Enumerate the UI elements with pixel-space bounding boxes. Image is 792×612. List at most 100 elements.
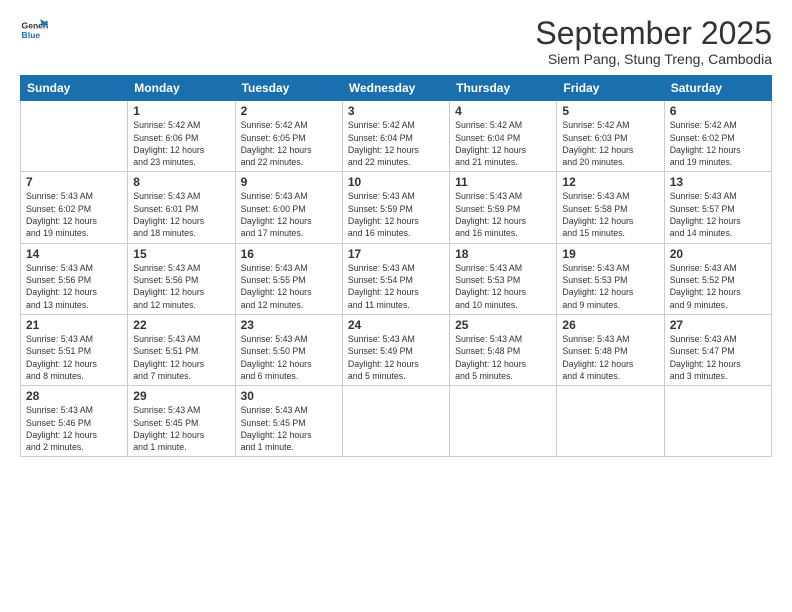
day-info: Sunrise: 5:43 AM Sunset: 5:58 PM Dayligh… — [562, 190, 658, 239]
calendar-cell: 6Sunrise: 5:42 AM Sunset: 6:02 PM Daylig… — [664, 101, 771, 172]
calendar-header-row: Sunday Monday Tuesday Wednesday Thursday… — [21, 76, 772, 101]
day-info: Sunrise: 5:43 AM Sunset: 5:48 PM Dayligh… — [562, 333, 658, 382]
month-title: September 2025 — [535, 16, 772, 51]
day-info: Sunrise: 5:43 AM Sunset: 5:45 PM Dayligh… — [241, 404, 337, 453]
day-number: 16 — [241, 247, 337, 261]
day-info: Sunrise: 5:42 AM Sunset: 6:06 PM Dayligh… — [133, 119, 229, 168]
day-info: Sunrise: 5:43 AM Sunset: 5:48 PM Dayligh… — [455, 333, 551, 382]
calendar-cell: 9Sunrise: 5:43 AM Sunset: 6:00 PM Daylig… — [235, 172, 342, 243]
calendar-cell: 12Sunrise: 5:43 AM Sunset: 5:58 PM Dayli… — [557, 172, 664, 243]
day-number: 3 — [348, 104, 444, 118]
day-number: 28 — [26, 389, 122, 403]
day-number: 24 — [348, 318, 444, 332]
logo-bird-icon: General Blue — [20, 16, 48, 44]
day-number: 4 — [455, 104, 551, 118]
col-monday: Monday — [128, 76, 235, 101]
col-saturday: Saturday — [664, 76, 771, 101]
calendar-cell — [450, 386, 557, 457]
calendar-cell: 10Sunrise: 5:43 AM Sunset: 5:59 PM Dayli… — [342, 172, 449, 243]
day-info: Sunrise: 5:42 AM Sunset: 6:05 PM Dayligh… — [241, 119, 337, 168]
day-info: Sunrise: 5:43 AM Sunset: 5:57 PM Dayligh… — [670, 190, 766, 239]
day-info: Sunrise: 5:43 AM Sunset: 5:51 PM Dayligh… — [26, 333, 122, 382]
calendar-cell — [664, 386, 771, 457]
calendar-week-row-0: 1Sunrise: 5:42 AM Sunset: 6:06 PM Daylig… — [21, 101, 772, 172]
day-number: 29 — [133, 389, 229, 403]
calendar-cell: 17Sunrise: 5:43 AM Sunset: 5:54 PM Dayli… — [342, 243, 449, 314]
day-info: Sunrise: 5:43 AM Sunset: 5:59 PM Dayligh… — [348, 190, 444, 239]
day-number: 17 — [348, 247, 444, 261]
day-info: Sunrise: 5:43 AM Sunset: 5:51 PM Dayligh… — [133, 333, 229, 382]
day-number: 18 — [455, 247, 551, 261]
day-number: 8 — [133, 175, 229, 189]
day-number: 19 — [562, 247, 658, 261]
day-number: 12 — [562, 175, 658, 189]
calendar-cell: 20Sunrise: 5:43 AM Sunset: 5:52 PM Dayli… — [664, 243, 771, 314]
location-subtitle: Siem Pang, Stung Treng, Cambodia — [535, 51, 772, 67]
title-block: September 2025 Siem Pang, Stung Treng, C… — [535, 16, 772, 67]
calendar-week-row-2: 14Sunrise: 5:43 AM Sunset: 5:56 PM Dayli… — [21, 243, 772, 314]
col-tuesday: Tuesday — [235, 76, 342, 101]
svg-text:Blue: Blue — [22, 30, 41, 40]
day-number: 7 — [26, 175, 122, 189]
calendar-cell: 11Sunrise: 5:43 AM Sunset: 5:59 PM Dayli… — [450, 172, 557, 243]
calendar-cell: 13Sunrise: 5:43 AM Sunset: 5:57 PM Dayli… — [664, 172, 771, 243]
calendar-cell: 2Sunrise: 5:42 AM Sunset: 6:05 PM Daylig… — [235, 101, 342, 172]
day-info: Sunrise: 5:43 AM Sunset: 5:53 PM Dayligh… — [455, 262, 551, 311]
calendar-table: Sunday Monday Tuesday Wednesday Thursday… — [20, 75, 772, 457]
day-info: Sunrise: 5:43 AM Sunset: 6:02 PM Dayligh… — [26, 190, 122, 239]
col-wednesday: Wednesday — [342, 76, 449, 101]
col-thursday: Thursday — [450, 76, 557, 101]
day-info: Sunrise: 5:43 AM Sunset: 5:59 PM Dayligh… — [455, 190, 551, 239]
day-number: 1 — [133, 104, 229, 118]
calendar-cell: 29Sunrise: 5:43 AM Sunset: 5:45 PM Dayli… — [128, 386, 235, 457]
calendar-cell — [557, 386, 664, 457]
calendar-cell: 26Sunrise: 5:43 AM Sunset: 5:48 PM Dayli… — [557, 314, 664, 385]
day-number: 2 — [241, 104, 337, 118]
day-number: 30 — [241, 389, 337, 403]
calendar-cell: 30Sunrise: 5:43 AM Sunset: 5:45 PM Dayli… — [235, 386, 342, 457]
day-info: Sunrise: 5:43 AM Sunset: 5:54 PM Dayligh… — [348, 262, 444, 311]
calendar-cell: 27Sunrise: 5:43 AM Sunset: 5:47 PM Dayli… — [664, 314, 771, 385]
calendar-cell: 18Sunrise: 5:43 AM Sunset: 5:53 PM Dayli… — [450, 243, 557, 314]
day-info: Sunrise: 5:42 AM Sunset: 6:03 PM Dayligh… — [562, 119, 658, 168]
day-info: Sunrise: 5:43 AM Sunset: 5:47 PM Dayligh… — [670, 333, 766, 382]
day-number: 20 — [670, 247, 766, 261]
calendar-cell: 7Sunrise: 5:43 AM Sunset: 6:02 PM Daylig… — [21, 172, 128, 243]
calendar-cell: 24Sunrise: 5:43 AM Sunset: 5:49 PM Dayli… — [342, 314, 449, 385]
day-number: 9 — [241, 175, 337, 189]
day-number: 27 — [670, 318, 766, 332]
calendar-cell: 23Sunrise: 5:43 AM Sunset: 5:50 PM Dayli… — [235, 314, 342, 385]
day-number: 21 — [26, 318, 122, 332]
calendar-cell: 3Sunrise: 5:42 AM Sunset: 6:04 PM Daylig… — [342, 101, 449, 172]
day-info: Sunrise: 5:43 AM Sunset: 5:45 PM Dayligh… — [133, 404, 229, 453]
calendar-cell: 15Sunrise: 5:43 AM Sunset: 5:56 PM Dayli… — [128, 243, 235, 314]
day-info: Sunrise: 5:43 AM Sunset: 6:01 PM Dayligh… — [133, 190, 229, 239]
day-number: 5 — [562, 104, 658, 118]
day-info: Sunrise: 5:43 AM Sunset: 5:56 PM Dayligh… — [133, 262, 229, 311]
col-sunday: Sunday — [21, 76, 128, 101]
calendar-cell: 4Sunrise: 5:42 AM Sunset: 6:04 PM Daylig… — [450, 101, 557, 172]
day-info: Sunrise: 5:42 AM Sunset: 6:02 PM Dayligh… — [670, 119, 766, 168]
calendar-cell: 1Sunrise: 5:42 AM Sunset: 6:06 PM Daylig… — [128, 101, 235, 172]
day-info: Sunrise: 5:43 AM Sunset: 5:55 PM Dayligh… — [241, 262, 337, 311]
calendar-cell: 25Sunrise: 5:43 AM Sunset: 5:48 PM Dayli… — [450, 314, 557, 385]
calendar-cell: 21Sunrise: 5:43 AM Sunset: 5:51 PM Dayli… — [21, 314, 128, 385]
day-info: Sunrise: 5:42 AM Sunset: 6:04 PM Dayligh… — [348, 119, 444, 168]
calendar-cell: 22Sunrise: 5:43 AM Sunset: 5:51 PM Dayli… — [128, 314, 235, 385]
calendar-cell: 16Sunrise: 5:43 AM Sunset: 5:55 PM Dayli… — [235, 243, 342, 314]
day-info: Sunrise: 5:43 AM Sunset: 6:00 PM Dayligh… — [241, 190, 337, 239]
day-number: 22 — [133, 318, 229, 332]
day-info: Sunrise: 5:43 AM Sunset: 5:50 PM Dayligh… — [241, 333, 337, 382]
col-friday: Friday — [557, 76, 664, 101]
day-number: 11 — [455, 175, 551, 189]
day-number: 26 — [562, 318, 658, 332]
calendar-week-row-4: 28Sunrise: 5:43 AM Sunset: 5:46 PM Dayli… — [21, 386, 772, 457]
day-number: 10 — [348, 175, 444, 189]
calendar-cell — [21, 101, 128, 172]
day-info: Sunrise: 5:43 AM Sunset: 5:53 PM Dayligh… — [562, 262, 658, 311]
calendar-week-row-1: 7Sunrise: 5:43 AM Sunset: 6:02 PM Daylig… — [21, 172, 772, 243]
calendar-cell: 8Sunrise: 5:43 AM Sunset: 6:01 PM Daylig… — [128, 172, 235, 243]
day-number: 25 — [455, 318, 551, 332]
logo: General Blue — [20, 16, 48, 44]
day-number: 6 — [670, 104, 766, 118]
